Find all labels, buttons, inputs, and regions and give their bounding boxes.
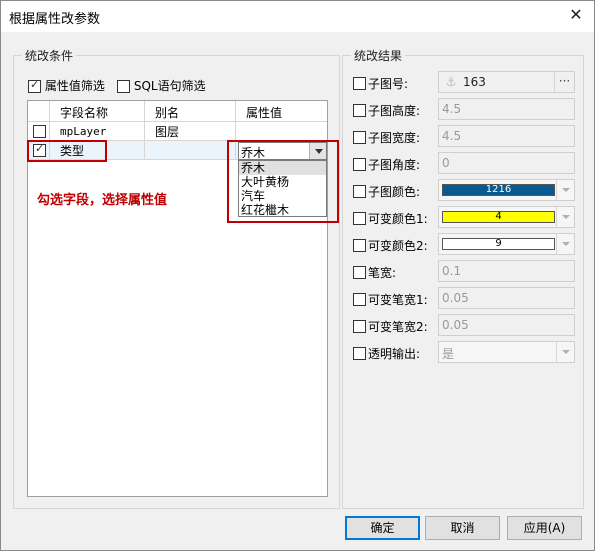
sql-filter-checkbox[interactable] [117, 80, 130, 93]
attr-filter-option[interactable]: 属性值筛选 [28, 77, 105, 94]
table-header-value: 属性值 [236, 101, 327, 122]
attr-filter-label: 属性值筛选 [44, 79, 105, 93]
param-checkbox[interactable] [353, 212, 366, 225]
var-pen-1-input[interactable]: 0.05 [438, 287, 575, 309]
var-color-2-select[interactable]: 9 [438, 233, 575, 255]
transparent-select[interactable]: 是 [438, 341, 575, 363]
cancel-button[interactable]: 取消 [425, 516, 500, 540]
color-swatch: 4 [442, 211, 555, 223]
color-select[interactable]: 1216 [438, 179, 575, 201]
table-header-alias: 别名 [145, 101, 236, 122]
table-cell-field[interactable]: mpLayer [50, 122, 145, 141]
dialog-window: 根据属性改参数 ✕ 统改条件 属性值筛选 SQL语句筛选 字段名称 别名 属性值… [0, 0, 595, 551]
symbol-selector[interactable]: ⚓ 163 ··· [438, 71, 575, 93]
param-label: 可变笔宽2: [368, 320, 428, 334]
transparent-value: 是 [442, 347, 455, 361]
height-input[interactable]: 4.5 [438, 98, 575, 120]
results-legend: 统改结果 [351, 47, 406, 64]
highlight-field-box [27, 140, 107, 162]
symbol-number: 163 [463, 75, 486, 89]
annotation-text: 勾选字段，选择属性值 [37, 193, 168, 208]
chevron-down-icon[interactable] [556, 180, 574, 200]
conditions-legend: 统改条件 [22, 47, 77, 64]
var-pen-2-input[interactable]: 0.05 [438, 314, 575, 336]
dialog-title: 根据属性改参数 [9, 12, 101, 27]
chevron-down-icon[interactable] [556, 342, 574, 362]
width-input[interactable]: 4.5 [438, 125, 575, 147]
param-label: 可变颜色2: [368, 239, 428, 253]
ok-button[interactable]: 确定 [345, 516, 420, 540]
angle-input[interactable]: 0 [438, 152, 575, 174]
chevron-down-icon[interactable] [556, 207, 574, 227]
param-checkbox[interactable] [353, 239, 366, 252]
sql-filter-option[interactable]: SQL语句筛选 [117, 77, 206, 94]
highlight-value-box [227, 140, 339, 223]
chevron-down-icon[interactable] [556, 234, 574, 254]
param-label: 子图宽度: [368, 131, 421, 145]
param-checkbox[interactable] [353, 293, 366, 306]
param-label: 子图高度: [368, 104, 421, 118]
table-header-check [28, 101, 50, 122]
param-label: 子图颜色: [368, 185, 421, 199]
param-checkbox[interactable] [353, 185, 366, 198]
param-checkbox[interactable] [353, 77, 366, 90]
table-cell-alias[interactable] [145, 141, 236, 160]
apply-button[interactable]: 应用(A) [507, 516, 582, 540]
param-label: 笔宽: [368, 266, 397, 280]
param-checkbox[interactable] [353, 347, 366, 360]
title-bar: 根据属性改参数 ✕ [1, 1, 594, 32]
attr-filter-checkbox[interactable] [28, 78, 41, 93]
param-label: 子图号: [368, 77, 409, 91]
results-group: 统改结果 [342, 47, 584, 509]
param-label: 子图角度: [368, 158, 421, 172]
sql-filter-label: SQL语句筛选 [133, 79, 206, 93]
param-label: 透明输出: [368, 347, 421, 361]
param-checkbox[interactable] [353, 320, 366, 333]
param-label: 可变笔宽1: [368, 293, 428, 307]
param-checkbox[interactable] [353, 104, 366, 117]
close-icon[interactable]: ✕ [566, 5, 586, 25]
ellipsis-icon[interactable]: ··· [554, 72, 574, 92]
row-checkbox[interactable] [33, 125, 46, 138]
table-header-field: 字段名称 [50, 101, 145, 122]
table-row-check[interactable] [28, 122, 50, 141]
color-swatch: 1216 [442, 184, 555, 196]
anchor-icon: ⚓ [445, 75, 457, 89]
table-cell-value[interactable] [236, 122, 327, 141]
param-checkbox[interactable] [353, 266, 366, 279]
pen-width-input[interactable]: 0.1 [438, 260, 575, 282]
color-swatch: 9 [442, 238, 555, 250]
var-color-1-select[interactable]: 4 [438, 206, 575, 228]
param-checkbox[interactable] [353, 131, 366, 144]
param-checkbox[interactable] [353, 158, 366, 171]
table-cell-alias[interactable]: 图层 [145, 122, 236, 141]
param-label: 可变颜色1: [368, 212, 428, 226]
